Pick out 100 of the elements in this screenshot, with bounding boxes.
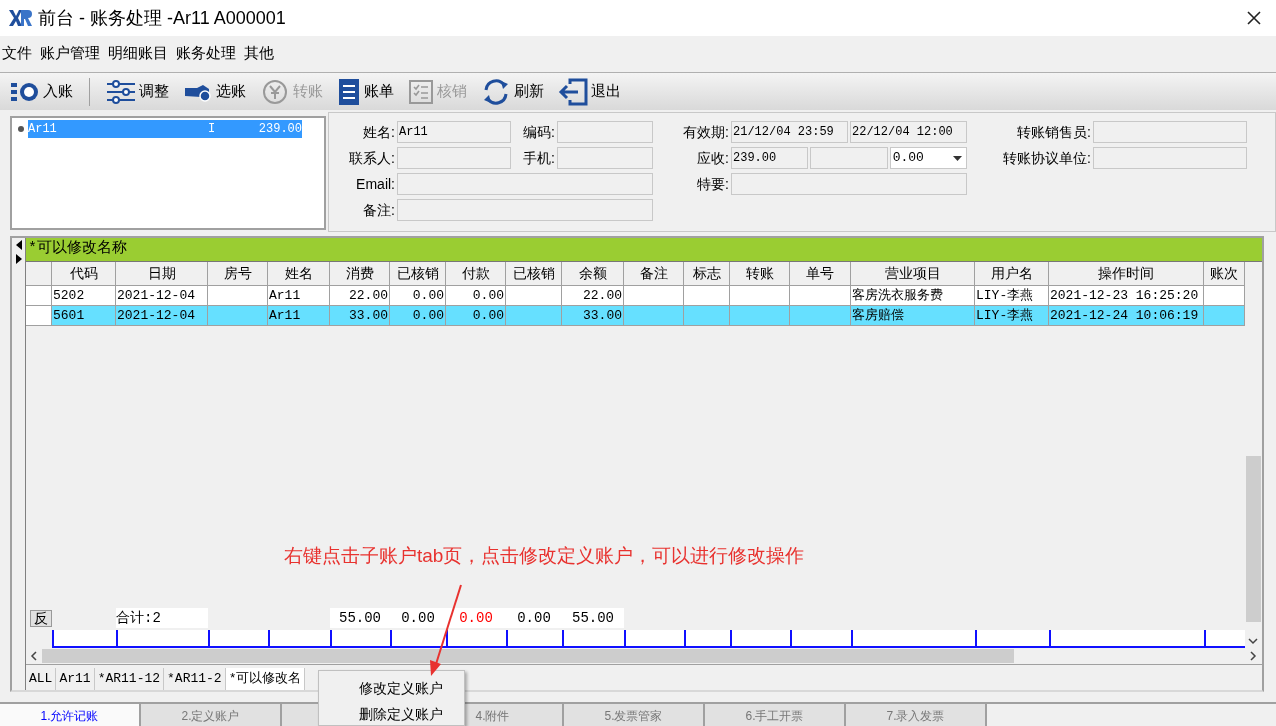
- summary-cell: [330, 630, 390, 648]
- input-field[interactable]: 22/12/04 12:00: [850, 121, 967, 143]
- table-cell: 0.00: [446, 306, 506, 326]
- table-cell: 2021-12-24 10:06:19: [1049, 306, 1204, 326]
- table-cell: [506, 306, 562, 326]
- bottom-tab[interactable]: 5.发票管家: [564, 704, 705, 726]
- table-cell: 客房赔偿: [851, 306, 975, 326]
- total-value: 0.00: [446, 608, 506, 628]
- summary-cell: [506, 630, 562, 648]
- summary-cell: [268, 630, 330, 648]
- table-cell: [730, 306, 790, 326]
- field-label: 联系人:: [348, 148, 396, 168]
- field-label: 特要:: [696, 174, 730, 194]
- toolbar-button[interactable]: 刷新: [479, 74, 546, 109]
- total-value: 0.00: [390, 608, 446, 628]
- close-icon[interactable]: [1246, 10, 1262, 26]
- summary-cell: [390, 630, 446, 648]
- summary-cell: [208, 630, 268, 648]
- toolbar-button[interactable]: 账单: [335, 74, 396, 109]
- field-label: 手机:: [522, 148, 556, 168]
- bottom-tab[interactable]: 6.手工开票: [705, 704, 846, 726]
- summary-cell: [446, 630, 506, 648]
- input-field[interactable]: [397, 173, 653, 195]
- exit-icon: [558, 77, 588, 106]
- account-tab[interactable]: ALL: [26, 668, 57, 690]
- caret-icon: [953, 155, 962, 161]
- field-label: Email:: [355, 174, 396, 194]
- table-row[interactable]: 5202 2021-12-04 Ar11 22.00 0.00 0.00 22.00 客房洗衣服务费 LIY-李燕 2021-12-23 16:25:20: [26, 286, 1245, 306]
- table-cell: LIY-李燕: [975, 306, 1049, 326]
- bullet-icon: [18, 126, 24, 132]
- input-field[interactable]: [810, 147, 888, 169]
- menu-item[interactable]: 修改定义账户: [319, 675, 464, 701]
- input-field[interactable]: [557, 121, 653, 143]
- table-cell: [684, 306, 730, 326]
- logo-icon: [8, 8, 32, 28]
- summary-cell: [790, 630, 851, 648]
- field-label: 有效期:: [682, 122, 730, 142]
- input-field[interactable]: 239.00: [731, 147, 809, 169]
- grid-title-bar: *可以修改名称: [26, 238, 1262, 262]
- scrollbar-thumb[interactable]: [1246, 456, 1261, 622]
- collapse-left-icon[interactable]: [15, 240, 22, 250]
- checklist-icon: [408, 78, 434, 105]
- total-value: 55.00: [562, 608, 624, 628]
- table-cell: 2021-12-04: [116, 306, 208, 326]
- menu-item[interactable]: 文件: [2, 41, 32, 65]
- input-field[interactable]: 21/12/04 23:59: [731, 121, 848, 143]
- table-cell: [624, 306, 684, 326]
- summary-cell: [562, 630, 624, 648]
- summary-cell: [52, 630, 116, 648]
- field-label: 备注:: [362, 200, 396, 220]
- window-title: 前台 - 账务处理 -Ar11 A000001: [38, 6, 286, 30]
- input-field[interactable]: [731, 173, 967, 195]
- expand-right-icon[interactable]: [15, 254, 22, 264]
- table-cell: [208, 306, 268, 326]
- menu-item[interactable]: 账务处理: [176, 41, 236, 65]
- input-field[interactable]: Ar11: [397, 121, 511, 143]
- summary-cell: [684, 630, 730, 648]
- bottom-tab[interactable]: 7.录入发票: [846, 704, 987, 726]
- table-row[interactable]: 5601 2021-12-04 Ar11 33.00 0.00 0.00 33.00 客房赔偿 LIY-李燕 2021-12-24 10:06:19: [26, 306, 1245, 326]
- annotation-text: 右键点击子账户tab页，点击修改定义账户，可以进行修改操作: [284, 544, 805, 568]
- table-cell: 0.00: [390, 306, 446, 326]
- toolbar-button[interactable]: 入账: [8, 74, 75, 109]
- field-label: 转账协议单位:: [1002, 148, 1092, 168]
- toolbar-button[interactable]: 调整: [104, 74, 171, 109]
- field-label: 姓名:: [362, 122, 396, 142]
- toolbar-button[interactable]: 选账: [181, 74, 248, 109]
- field-label: 转账销售员:: [1016, 122, 1092, 142]
- table-cell: 5601: [52, 306, 116, 326]
- reverse-button[interactable]: 反: [30, 609, 52, 627]
- menu-item[interactable]: 账户管理: [40, 41, 100, 65]
- input-field[interactable]: [397, 199, 653, 221]
- total-value: 55.00: [330, 608, 390, 628]
- account-tab[interactable]: *可以修改名: [225, 668, 306, 690]
- summary-cell: [730, 630, 790, 648]
- input-field[interactable]: [1093, 121, 1247, 143]
- field-label: 编码:: [522, 122, 556, 142]
- table-cell: [790, 306, 851, 326]
- bottom-tab[interactable]: 1.允许记账: [0, 704, 141, 726]
- summary-cell: [1204, 630, 1245, 648]
- table-cell: 33.00: [562, 306, 624, 326]
- scrollbar-thumb[interactable]: [42, 649, 1014, 663]
- account-tab[interactable]: Ar11: [56, 668, 95, 690]
- input-field[interactable]: [557, 147, 653, 169]
- summary-cell: [624, 630, 684, 648]
- receipt-icon: [337, 77, 361, 106]
- menu-item[interactable]: 明细账目: [108, 41, 168, 65]
- row-header-cell: [26, 306, 52, 326]
- bottom-tab[interactable]: 2.定义账户: [141, 704, 282, 726]
- sliders-icon: [106, 79, 136, 104]
- menu-item[interactable]: 其他: [244, 41, 274, 65]
- row-header-cell: [26, 286, 52, 306]
- total-value: 0.00: [506, 608, 562, 628]
- table-cell: Ar11: [268, 306, 330, 326]
- total-count: 合计:2: [116, 608, 208, 628]
- yen-icon: [260, 78, 290, 105]
- input-field[interactable]: [397, 147, 511, 169]
- input-field[interactable]: [1093, 147, 1247, 169]
- toolbar-button[interactable]: 退出: [556, 74, 623, 109]
- table-cell: 33.00: [330, 306, 390, 326]
- dropdown-field[interactable]: 0.00: [889, 147, 967, 169]
